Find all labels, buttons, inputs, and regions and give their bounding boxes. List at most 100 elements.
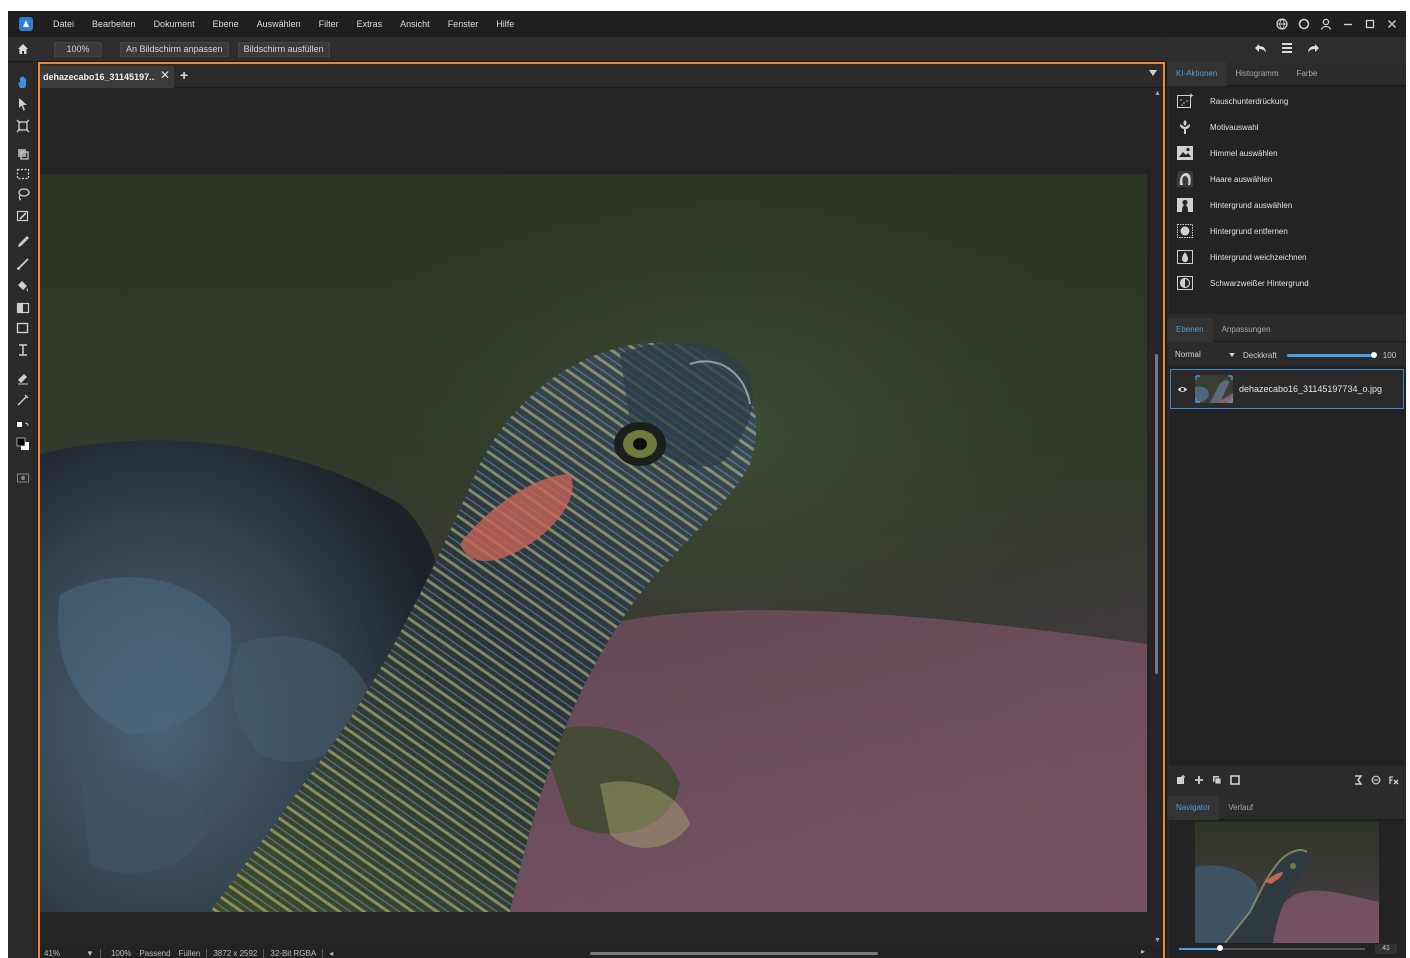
tab-anpassungen[interactable]: Anpassungen <box>1213 318 1280 342</box>
gradient-tool-icon[interactable] <box>15 300 31 316</box>
circle-icon[interactable] <box>1298 18 1310 30</box>
tab-navigator[interactable]: Navigator <box>1167 795 1220 820</box>
horizontal-scroll-thumb[interactable] <box>590 952 878 955</box>
ki-action-item[interactable]: Himmel auswählen <box>1169 140 1406 166</box>
quick-mask-icon[interactable] <box>15 470 31 486</box>
swap-colors-icon[interactable] <box>15 420 31 436</box>
user-icon[interactable] <box>1320 18 1332 30</box>
scroll-up-icon[interactable]: ▲ <box>1154 90 1161 97</box>
navigator-preview[interactable] <box>1195 822 1379 943</box>
ki-action-item[interactable]: Rauschunterdrückung <box>1169 88 1406 114</box>
tab-verlauf[interactable]: Verlauf <box>1219 796 1262 820</box>
tab-ki-aktionen[interactable]: KI-Aktionen <box>1167 61 1227 86</box>
image-canvas[interactable] <box>40 174 1147 912</box>
status-fill-button[interactable]: Füllen <box>175 949 205 958</box>
zoom-field[interactable]: 100% <box>54 41 102 57</box>
hand-tool-icon[interactable] <box>15 74 31 90</box>
tab-menu-icon[interactable] <box>1149 70 1157 76</box>
opacity-value[interactable]: 100 <box>1383 351 1396 360</box>
color-swatches-icon[interactable] <box>15 436 31 452</box>
menu-auswaehlen[interactable]: Auswählen <box>248 11 310 37</box>
status-fit-button[interactable]: Passend <box>135 949 174 958</box>
home-icon[interactable] <box>8 37 38 62</box>
status-zoom-100-button[interactable]: 100% <box>107 949 135 958</box>
text-tool-icon[interactable] <box>15 342 31 358</box>
magic-select-tool-icon[interactable] <box>15 208 31 224</box>
menubar: Datei Bearbeiten Dokument Ebene Auswähle… <box>8 11 1406 37</box>
ki-action-item[interactable]: Haare auswählen <box>1169 166 1406 192</box>
fit-to-screen-button[interactable]: An Bildschirm anpassen <box>120 41 229 57</box>
status-zoom-dropdown-icon[interactable]: ▼ <box>82 949 98 958</box>
opacity-slider[interactable] <box>1286 351 1377 358</box>
lasso-tool-icon[interactable] <box>15 186 31 202</box>
blend-mode-select[interactable]: Normal <box>1173 348 1237 362</box>
navigator-zoom-value[interactable]: 41 <box>1375 944 1397 954</box>
options-toolbar: 100% An Bildschirm anpassen Bildschirm a… <box>8 37 1165 62</box>
rect-select-tool-icon[interactable] <box>15 166 31 182</box>
merge-icon[interactable] <box>1352 774 1364 786</box>
fx-icon[interactable] <box>1388 774 1400 786</box>
chevron-down-icon <box>1229 353 1235 357</box>
menu-extras[interactable]: Extras <box>348 11 392 37</box>
ki-action-label: Haare auswählen <box>1210 174 1273 184</box>
ki-action-item[interactable]: Motivauswahl <box>1169 114 1406 140</box>
menu-bearbeiten[interactable]: Bearbeiten <box>83 11 145 37</box>
delete-layer-icon[interactable] <box>1370 774 1382 786</box>
layer-row[interactable]: dehazecabo16_31145197734_o.jpg <box>1170 369 1404 409</box>
menu-dokument[interactable]: Dokument <box>145 11 204 37</box>
brush-tool-icon[interactable] <box>15 256 31 272</box>
move-tool-icon[interactable] <box>15 96 31 112</box>
opacity-slider-knob[interactable] <box>1370 351 1377 358</box>
status-zoom[interactable]: 41% <box>40 949 64 958</box>
scroll-left-icon[interactable]: ◂ <box>325 949 337 958</box>
scroll-right-icon[interactable]: ▸ <box>1137 947 1149 956</box>
vertical-scrollbar[interactable]: ▲ ▼ <box>1151 88 1163 946</box>
navigator-zoom-knob[interactable] <box>1217 945 1223 951</box>
ki-action-item[interactable]: Hintergrund entfernen <box>1169 218 1406 244</box>
menu-datei[interactable]: Datei <box>44 11 83 37</box>
transform-tool-icon[interactable] <box>15 118 31 134</box>
shape-tool-icon[interactable] <box>15 320 31 336</box>
tab-histogramm[interactable]: Histogramm <box>1226 62 1287 86</box>
add-icon[interactable] <box>1193 774 1205 786</box>
ki-action-item[interactable]: Hintergrund auswählen <box>1169 192 1406 218</box>
fill-screen-button[interactable]: Bildschirm ausfüllen <box>237 41 330 57</box>
menu-hilfe[interactable]: Hilfe <box>487 11 523 37</box>
document-tab[interactable]: dehazecabo16_31145197... <box>40 66 174 88</box>
tab-add-icon[interactable]: + <box>180 67 188 83</box>
globe-icon[interactable] <box>1276 18 1288 30</box>
tab-ebenen[interactable]: Ebenen <box>1167 317 1213 342</box>
ki-action-item[interactable]: Schwarzweißer Hintergrund <box>1169 270 1406 296</box>
canvas-area[interactable] <box>40 88 1151 946</box>
eyedropper-tool-icon[interactable] <box>15 234 31 250</box>
ki-action-item[interactable]: Hintergrund weichzeichnen <box>1169 244 1406 270</box>
eraser-tool-icon[interactable] <box>15 370 31 386</box>
maximize-icon[interactable] <box>1364 18 1376 30</box>
layers-panel-tabs: Ebenen Anpassungen <box>1167 317 1406 342</box>
tab-close-icon[interactable]: ✕ <box>160 68 170 82</box>
smudge-tool-icon[interactable] <box>15 392 31 408</box>
navigator-panel-tabs: Navigator Verlauf <box>1167 795 1406 820</box>
background-blur-icon <box>1176 248 1194 266</box>
layer-mask-icon[interactable] <box>1229 774 1241 786</box>
menu-ebene[interactable]: Ebene <box>204 11 248 37</box>
minimize-icon[interactable] <box>1342 18 1354 30</box>
crop-tool-icon[interactable] <box>15 146 31 162</box>
close-window-icon[interactable] <box>1386 18 1398 30</box>
new-layer-icon[interactable] <box>1175 774 1187 786</box>
menu-ansicht[interactable]: Ansicht <box>391 11 439 37</box>
ki-action-label: Rauschunterdrückung <box>1210 96 1289 106</box>
vertical-scroll-thumb[interactable] <box>1155 354 1158 674</box>
scroll-down-icon[interactable]: ▼ <box>1154 937 1161 944</box>
tab-farbe[interactable]: Farbe <box>1287 62 1326 86</box>
history-list-icon[interactable] <box>1280 41 1294 58</box>
menu-filter[interactable]: Filter <box>310 11 348 37</box>
ki-action-label: Hintergrund entfernen <box>1210 226 1288 236</box>
menu-fenster[interactable]: Fenster <box>439 11 488 37</box>
redo-icon[interactable] <box>1306 41 1320 58</box>
duplicate-layer-icon[interactable] <box>1211 774 1223 786</box>
fill-tool-icon[interactable] <box>15 278 31 294</box>
eye-icon[interactable] <box>1171 384 1193 395</box>
app-logo-icon[interactable] <box>8 11 44 37</box>
undo-icon[interactable] <box>1254 41 1268 58</box>
